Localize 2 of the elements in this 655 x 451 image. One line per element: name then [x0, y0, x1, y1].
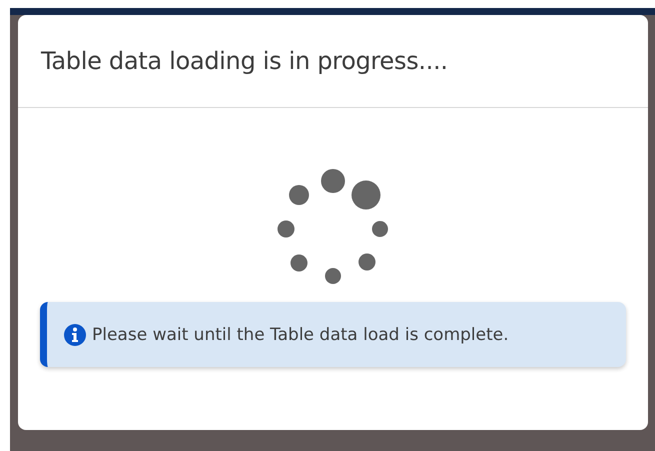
alert-message: Please wait until the Table data load is complete.: [92, 324, 509, 344]
dialog-title: Table data loading is in progress....: [41, 47, 448, 75]
